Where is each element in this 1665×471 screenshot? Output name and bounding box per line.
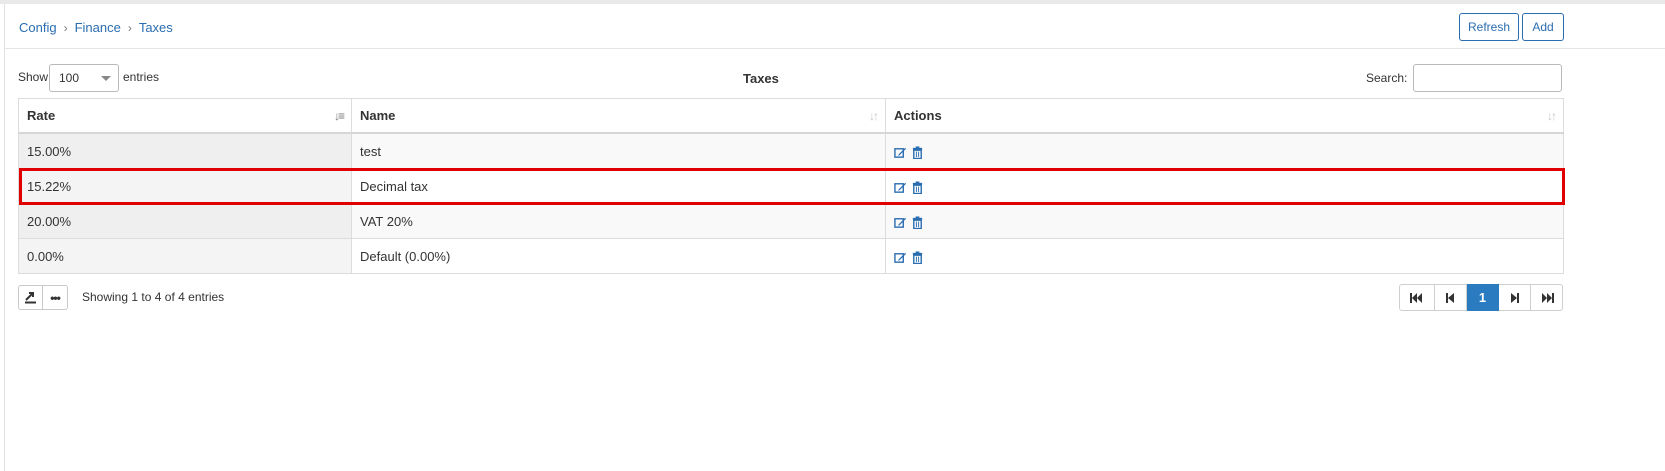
actions-cell: [885, 132, 1564, 169]
table-header-row: Rate ↓≡ Name ↓↑ Actions ↓↑: [18, 98, 1564, 134]
search-label: Search:: [1366, 71, 1408, 85]
edit-icon[interactable]: [894, 146, 907, 159]
rate-cell: 20.00%: [18, 203, 352, 239]
info-of-label: of: [161, 290, 179, 304]
breadcrumb-config[interactable]: Config: [19, 20, 57, 35]
panel-header: Config › Finance › Taxes Refresh Add: [5, 4, 1665, 49]
refresh-button[interactable]: Refresh: [1459, 13, 1519, 41]
chevron-right-icon: ›: [63, 21, 68, 35]
name-cell: Default (0.00%): [351, 238, 886, 274]
last-page-button[interactable]: [1531, 284, 1563, 311]
taxes-panel: Config › Finance › Taxes Refresh Add Show 10…: [4, 4, 1665, 471]
name-cell: VAT 20%: [351, 203, 886, 239]
first-page-icon: [1410, 292, 1422, 303]
table-row: 0.00% Default (0.00%): [18, 238, 1564, 274]
rate-cell: 0.00%: [18, 238, 352, 274]
column-label: Actions: [894, 108, 942, 123]
info-suffix: entries: [184, 290, 225, 304]
actions-cell: [885, 203, 1564, 239]
delete-icon[interactable]: [911, 180, 924, 194]
table-row: 15.22% Decimal tax: [18, 168, 1564, 204]
previous-page-button[interactable]: [1435, 284, 1467, 311]
delete-icon[interactable]: [911, 250, 924, 264]
table-tools: •••: [18, 285, 68, 310]
pagination: 1: [1399, 284, 1563, 311]
sort-icon: ↓↑: [1547, 109, 1557, 123]
page-length-select[interactable]: 100: [49, 64, 119, 92]
breadcrumb-taxes[interactable]: Taxes: [139, 20, 173, 35]
first-page-button[interactable]: [1399, 284, 1435, 311]
table-title: Taxes: [743, 71, 779, 86]
actions-cell: [885, 168, 1564, 204]
breadcrumb-finance[interactable]: Finance: [75, 20, 121, 35]
column-header-actions[interactable]: Actions ↓↑: [885, 98, 1564, 134]
edit-icon[interactable]: [894, 216, 907, 229]
actions-cell: [885, 238, 1564, 274]
table-row: 15.00% test: [18, 132, 1564, 169]
export-icon: [25, 292, 36, 304]
export-button[interactable]: [18, 285, 43, 310]
info-to-label: to: [138, 290, 155, 304]
info-total: 4: [178, 290, 185, 304]
ellipsis-icon: •••: [50, 290, 61, 305]
sort-amount-asc-icon: ↓≡: [333, 109, 345, 123]
next-page-button[interactable]: [1499, 284, 1531, 311]
name-cell: Decimal tax: [351, 168, 886, 204]
more-options-button[interactable]: •••: [43, 285, 68, 310]
add-button[interactable]: Add: [1522, 13, 1564, 41]
column-header-rate[interactable]: Rate ↓≡: [18, 98, 352, 134]
taxes-table: Rate ↓≡ Name ↓↑ Actions ↓↑ 15.00% test 1…: [18, 98, 1564, 274]
sort-icon: ↓↑: [869, 109, 879, 123]
table-row: 20.00% VAT 20%: [18, 203, 1564, 239]
column-label: Rate: [27, 108, 56, 123]
caret-down-icon: [101, 76, 111, 81]
edit-icon[interactable]: [894, 251, 907, 264]
page-length-value: 100: [59, 71, 80, 85]
name-cell: test: [351, 132, 886, 169]
info-prefix: Showing: [82, 290, 132, 304]
column-label: Name: [360, 108, 396, 123]
column-header-name[interactable]: Name ↓↑: [351, 98, 886, 134]
search-input[interactable]: [1413, 64, 1562, 92]
entries-label: entries: [123, 70, 160, 84]
delete-icon[interactable]: [911, 145, 924, 159]
rate-cell: 15.00%: [18, 132, 352, 169]
page-1-button[interactable]: 1: [1467, 284, 1499, 311]
delete-icon[interactable]: [911, 215, 924, 229]
rate-cell: 15.22%: [18, 168, 352, 204]
show-label: Show: [18, 70, 49, 84]
chevron-right-icon: ›: [127, 21, 132, 35]
last-page-icon: [1541, 292, 1554, 303]
previous-page-icon: [1446, 292, 1454, 303]
breadcrumb: Config › Finance › Taxes: [19, 20, 173, 35]
table-info: Showing 1 to 4 of 4 entries: [82, 290, 224, 304]
next-page-icon: [1511, 292, 1519, 303]
edit-icon[interactable]: [894, 181, 907, 194]
